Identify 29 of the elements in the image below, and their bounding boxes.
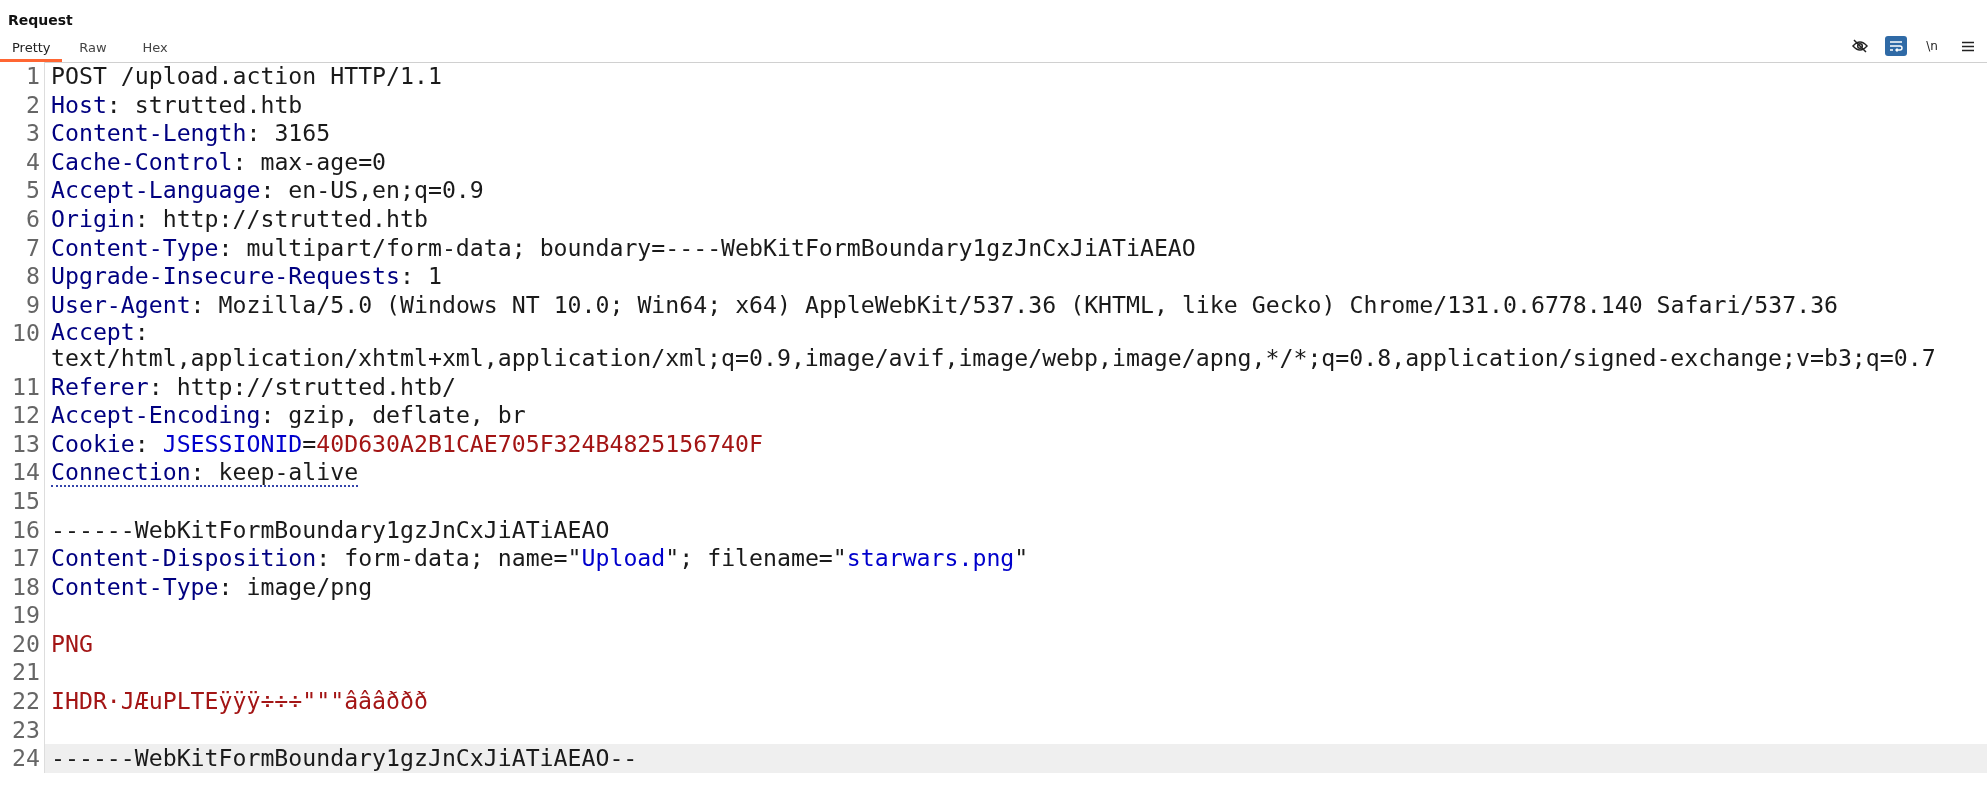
line-number: 24	[0, 744, 45, 773]
eye-slash-icon	[1852, 39, 1868, 53]
view-tab[interactable]: Hex	[124, 36, 186, 62]
line-number: 1	[0, 62, 45, 91]
code-line: IHDR·JÆuPLTEÿÿÿ÷÷÷"""âââððð	[51, 688, 428, 716]
code-line: Origin: http://strutted.htb	[51, 205, 428, 234]
newline-toggle[interactable]: \n	[1921, 36, 1943, 56]
code-line: Accept-Language: en-US,en;q=0.9	[51, 177, 484, 205]
code-line: PNG	[51, 630, 93, 659]
wrap-icon	[1889, 40, 1903, 52]
code-line: POST /upload.action HTTP/1.1	[51, 63, 442, 91]
code-line: Content-Type: multipart/form-data; boundary=----WebKitFormBoundary1gzJnCxJiATiAEAO	[51, 234, 1196, 263]
code-line: Referer: http://strutted.htb/	[51, 373, 456, 402]
menu-icon	[1962, 40, 1974, 52]
view-tab[interactable]: Raw	[62, 36, 124, 62]
code-line: Connection: keep-alive	[51, 459, 359, 487]
code-line: ------WebKitFormBoundary1gzJnCxJiATiAEAO	[51, 516, 610, 545]
code-line: Upgrade-Insecure-Requests: 1	[51, 263, 442, 291]
code-line: Content-Disposition: form-data; name="Upload"; filename="starwars.png"	[51, 545, 1029, 573]
code-line: Accept-Encoding: gzip, deflate, br	[51, 402, 526, 430]
wrap-toggle[interactable]	[1885, 36, 1907, 56]
code-line: ------WebKitFormBoundary1gzJnCxJiATiAEAO--	[51, 745, 638, 773]
code-line: Content-Length: 3165	[51, 120, 331, 148]
code-line: Content-Type: image/png	[51, 573, 373, 602]
code-line: Cookie: JSESSIONID=40D630A2B1CAE705F324B4825156740F	[51, 430, 763, 459]
panel-title: Request	[8, 12, 73, 28]
code-line: User-Agent: Mozilla/5.0 (Windows NT 10.0; Win64; x64) AppleWebKit/537.36 (KHTML, like Gecko) Chrome/131.0.6778.140 Safari/537.36	[51, 291, 1839, 320]
code-line: Cache-Control: max-age=0	[51, 148, 387, 177]
code-line: Host: strutted.htb	[51, 91, 303, 120]
